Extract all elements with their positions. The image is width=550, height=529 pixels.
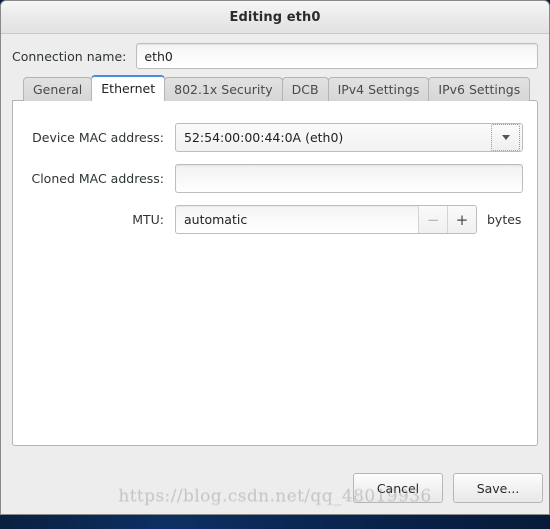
device-mac-row: Device MAC address: 52:54:00:00:44:0A (e… <box>24 123 523 152</box>
mtu-value: automatic <box>184 212 248 227</box>
tab-ipv4-settings[interactable]: IPv4 Settings <box>327 77 430 101</box>
cloned-mac-input[interactable] <box>175 164 523 193</box>
connection-name-row: Connection name: eth0 <box>1 34 549 75</box>
connection-name-input[interactable]: eth0 <box>136 43 538 69</box>
settings-notebook: General Ethernet 802.1x Security DCB IPv… <box>1 75 549 446</box>
tab-ipv6-settings[interactable]: IPv6 Settings <box>428 77 531 101</box>
tab-general[interactable]: General <box>23 77 93 101</box>
device-mac-value: 52:54:00:00:44:0A (eth0) <box>184 130 344 145</box>
dialog-action-area: Cancel Save... <box>1 462 549 514</box>
device-mac-label: Device MAC address: <box>32 130 164 145</box>
connection-name-value: eth0 <box>144 48 173 64</box>
mtu-row: MTU: automatic − + bytes <box>24 205 523 234</box>
tab-ethernet[interactable]: Ethernet <box>91 75 166 101</box>
mtu-spinbutton[interactable]: automatic − + <box>175 205 477 234</box>
mtu-label: MTU: <box>132 212 164 227</box>
tab-bar: General Ethernet 802.1x Security DCB IPv… <box>12 75 538 101</box>
mtu-increment-button[interactable]: + <box>447 206 476 233</box>
tab-802-1x-security[interactable]: 802.1x Security <box>164 77 283 101</box>
device-mac-combobox[interactable]: 52:54:00:00:44:0A (eth0) <box>175 123 523 152</box>
chevron-down-icon[interactable] <box>491 124 520 151</box>
save-button[interactable]: Save... <box>453 473 543 503</box>
connection-name-label: Connection name: <box>12 48 127 64</box>
window-title: Editing eth0 <box>229 9 321 25</box>
mtu-decrement-button[interactable]: − <box>418 206 447 233</box>
tab-dcb[interactable]: DCB <box>281 77 329 101</box>
mtu-unit-label: bytes <box>487 212 522 227</box>
window-titlebar[interactable]: Editing eth0 <box>1 1 549 34</box>
chevron-down-glyph <box>501 135 510 140</box>
editing-connection-dialog: Editing eth0 Connection name: eth0 Gener… <box>0 0 550 515</box>
cloned-mac-label: Cloned MAC address: <box>31 171 164 186</box>
cloned-mac-row: Cloned MAC address: <box>24 164 523 193</box>
ethernet-tab-panel: Device MAC address: 52:54:00:00:44:0A (e… <box>12 100 538 446</box>
cancel-button[interactable]: Cancel <box>353 473 443 503</box>
